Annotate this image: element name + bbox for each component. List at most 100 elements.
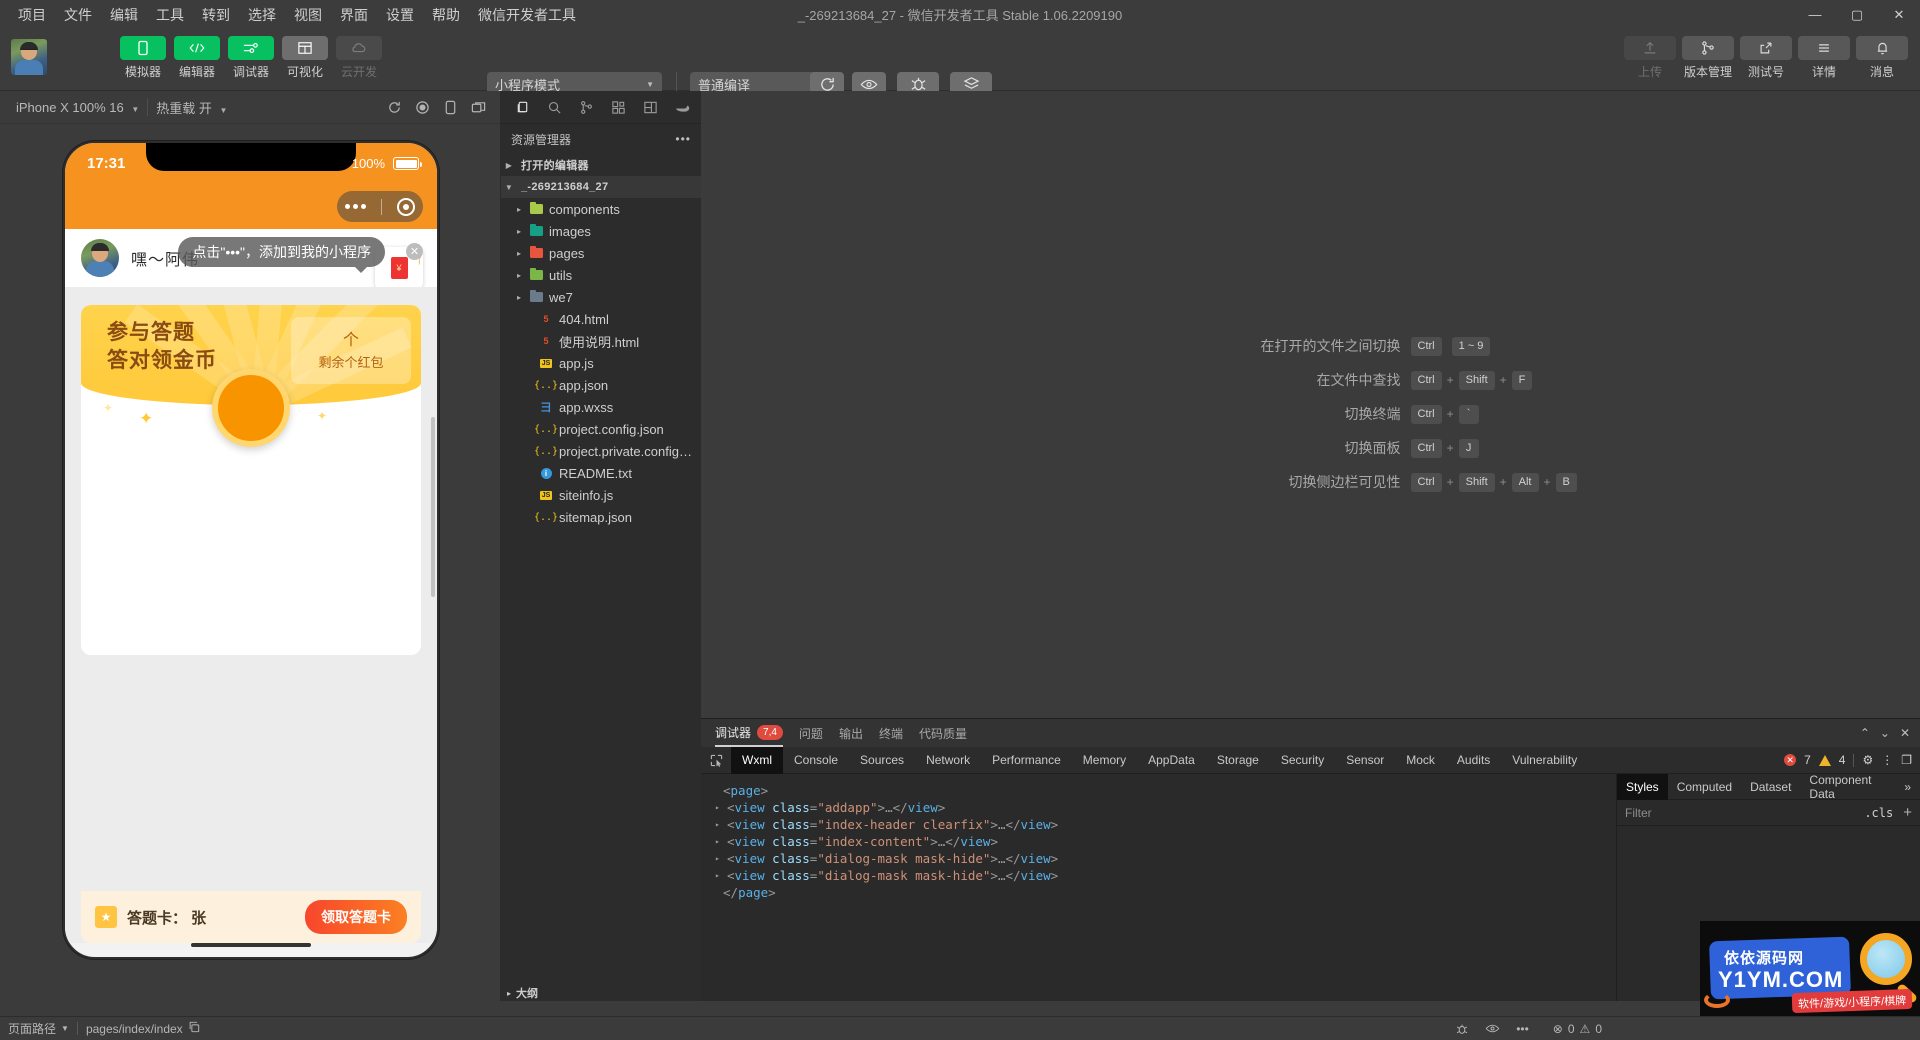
menu-item-9[interactable]: 帮助 [424, 3, 468, 27]
panel-tab-3[interactable]: 终端 [879, 725, 903, 742]
devtool-tab-appdata[interactable]: AppData [1137, 747, 1206, 774]
panel-tab-2[interactable]: 输出 [839, 725, 863, 742]
wxml-line-4[interactable]: ▸ <view class="dialog-mask mask-hide">…</… [711, 850, 1616, 867]
dock-icon[interactable]: ❐ [1901, 753, 1912, 767]
mode-button-0[interactable]: 模拟器 [120, 36, 166, 80]
styles-tab-computed[interactable]: Computed [1668, 774, 1741, 800]
phone-simulator[interactable]: 17:31 100% 嘿～阿伟 ↑ [63, 141, 439, 959]
filter-input[interactable]: Filter [1625, 806, 1864, 820]
styles-tab-component-data[interactable]: Component Data [1800, 773, 1895, 801]
menu-item-5[interactable]: 选择 [240, 3, 284, 27]
explorer-item-12[interactable]: i README.txt [501, 462, 701, 484]
menu-item-7[interactable]: 界面 [332, 3, 376, 27]
right-button-4[interactable]: 消息 [1856, 36, 1908, 80]
explorer-item-11[interactable]: {..} project.private.config.js... [501, 440, 701, 462]
chevron-down-icon[interactable]: ▼ [501, 183, 517, 192]
devtool-tab-audits[interactable]: Audits [1446, 747, 1501, 774]
eye-icon[interactable] [1477, 1021, 1508, 1036]
explorer-section-0[interactable]: ▶ 打开的编辑器 [501, 154, 701, 176]
quiz-card[interactable]: 参与答题 答对领金币 个 剩余个红包 ✦ ✦ ✦ [81, 305, 421, 655]
menu-item-2[interactable]: 编辑 [102, 3, 146, 27]
right-button-3[interactable]: 详情 [1798, 36, 1850, 80]
explorer-item-7[interactable]: JS app.js [501, 352, 701, 374]
problem-counters[interactable]: ✕ 7 4 ⚙ ⋮ ❐ [1784, 753, 1912, 767]
page-path-selector[interactable]: 页面路径 ▼ [0, 1020, 77, 1037]
styles-tabs-overflow-icon[interactable]: » [1895, 774, 1920, 800]
devtool-tab-security[interactable]: Security [1270, 747, 1335, 774]
wxml-line-6[interactable]: </page> [711, 884, 1616, 901]
wxml-line-3[interactable]: ▸ <view class="index-content">…</view> [711, 833, 1616, 850]
files-icon[interactable] [507, 94, 537, 120]
more-icon[interactable]: ••• [1508, 1022, 1537, 1036]
hot-reload-select[interactable]: 热重载 开 ▼ [148, 98, 235, 117]
add-style-rule-button[interactable]: + [1903, 804, 1912, 821]
rotate-device-icon[interactable] [436, 96, 464, 118]
chevron-up-icon[interactable]: ⌃ [1860, 726, 1870, 740]
close-target-icon[interactable] [397, 197, 416, 216]
menu-item-8[interactable]: 设置 [378, 3, 422, 27]
chevron-right-icon[interactable]: ▸ [715, 799, 727, 816]
inspect-element-icon[interactable] [701, 754, 731, 767]
record-icon[interactable] [408, 96, 436, 118]
explorer-item-14[interactable]: {..} sitemap.json [501, 506, 701, 528]
chevron-right-icon[interactable]: ▸ [511, 271, 527, 280]
explorer-item-9[interactable]: 彐 app.wxss [501, 396, 701, 418]
menu-item-10[interactable]: 微信开发者工具 [470, 3, 584, 27]
maximize-button[interactable]: ▢ [1836, 0, 1878, 29]
chevron-right-icon[interactable]: ▸ [715, 816, 727, 833]
device-select[interactable]: iPhone X 100% 16 ▼ [8, 100, 147, 115]
close-icon[interactable]: ✕ [1900, 726, 1910, 740]
menu-item-6[interactable]: 视图 [286, 3, 330, 27]
devtool-tab-performance[interactable]: Performance [981, 747, 1072, 774]
styles-tab-dataset[interactable]: Dataset [1741, 774, 1800, 800]
explorer-item-4[interactable]: ▸ we7 [501, 286, 701, 308]
menu-item-1[interactable]: 文件 [56, 3, 100, 27]
source-control-icon[interactable] [571, 94, 601, 120]
menu-item-4[interactable]: 转到 [194, 3, 238, 27]
menu-item-3[interactable]: 工具 [148, 3, 192, 27]
layout-icon[interactable] [635, 94, 665, 120]
explorer-item-13[interactable]: JS siteinfo.js [501, 484, 701, 506]
extensions-icon[interactable] [603, 94, 633, 120]
panel-tab-1[interactable]: 问题 [799, 725, 823, 742]
explorer-item-0[interactable]: ▸ components [501, 198, 701, 220]
wxml-line-5[interactable]: ▸ <view class="dialog-mask mask-hide">…</… [711, 867, 1616, 884]
devtool-tab-vulnerability[interactable]: Vulnerability [1501, 747, 1588, 774]
chevron-right-icon[interactable]: ▸ [715, 850, 727, 867]
menu-item-0[interactable]: 项目 [10, 3, 54, 27]
explorer-item-8[interactable]: {..} app.json [501, 374, 701, 396]
devtool-tab-network[interactable]: Network [915, 747, 981, 774]
wxml-line-1[interactable]: ▸ <view class="addapp">…</view> [711, 799, 1616, 816]
claim-ticket-button[interactable]: 领取答题卡 [305, 900, 407, 934]
problems-indicator[interactable]: ⊗ 0 ⚠ 0 [1545, 1022, 1610, 1036]
explorer-item-5[interactable]: 5 404.html [501, 308, 701, 330]
wxml-line-2[interactable]: ▸ <view class="index-header clearfix">…</… [711, 816, 1616, 833]
mode-button-2[interactable]: 调试器 [228, 36, 274, 80]
more-dots-icon[interactable] [344, 204, 366, 209]
minimize-button[interactable]: — [1794, 0, 1836, 29]
wechat-capsule-menu[interactable] [337, 191, 423, 222]
mode-button-3[interactable]: 可视化 [282, 36, 328, 80]
explorer-section-1[interactable]: ▼ _-269213684_27 [501, 176, 701, 198]
multi-window-icon[interactable] [464, 96, 492, 118]
devtool-tab-sensor[interactable]: Sensor [1335, 747, 1395, 774]
devtool-tab-storage[interactable]: Storage [1206, 747, 1270, 774]
debug-icon[interactable] [1447, 1022, 1477, 1036]
chevron-right-icon[interactable]: ▸ [511, 293, 527, 302]
more-icon[interactable]: ••• [675, 132, 691, 146]
right-button-2[interactable]: 测试号 [1740, 36, 1792, 80]
user-avatar[interactable] [11, 39, 47, 75]
chevron-down-icon[interactable]: ⌄ [1880, 726, 1890, 740]
outline-section[interactable]: ▸ 大纲 [501, 985, 701, 1001]
cls-button[interactable]: .cls [1864, 806, 1893, 820]
panel-tab-0[interactable]: 调试器 7,4 [715, 719, 783, 747]
chevron-right-icon[interactable]: ▶ [501, 161, 517, 170]
devtool-tab-sources[interactable]: Sources [849, 747, 915, 774]
gear-icon[interactable]: ⚙ [1862, 753, 1873, 767]
wxml-tree[interactable]: <page> ▸ <view class="addapp">…</view> ▸ <vi… [701, 774, 1616, 1001]
refresh-icon[interactable] [380, 96, 408, 118]
chevron-right-icon[interactable]: ▸ [511, 227, 527, 236]
chevron-right-icon[interactable]: ▸ [715, 867, 727, 884]
wxml-line-0[interactable]: <page> [711, 782, 1616, 799]
devtool-tab-mock[interactable]: Mock [1395, 747, 1446, 774]
